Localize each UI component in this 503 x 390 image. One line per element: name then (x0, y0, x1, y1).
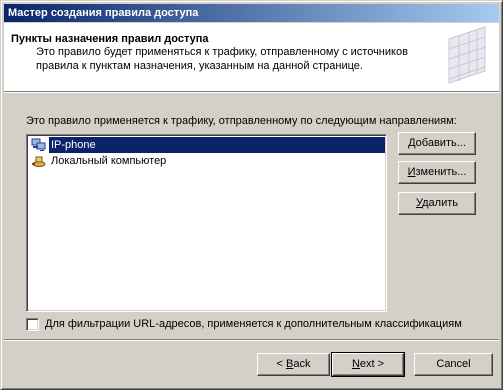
add-button[interactable]: Добавить... (398, 132, 476, 155)
wizard-header: Пункты назначения правил доступа Это пра… (4, 23, 499, 91)
header-divider (4, 91, 499, 93)
list-item-label: IP-phone (49, 137, 385, 153)
next-button[interactable]: Next > (331, 352, 405, 377)
network-icon (31, 138, 46, 151)
back-button[interactable]: < Back (257, 353, 330, 376)
url-filter-checkbox[interactable] (26, 318, 39, 331)
edit-button[interactable]: Изменить... (398, 161, 476, 184)
wizard-window: Мастер создания правила доступа Пункты н… (0, 0, 503, 390)
list-item[interactable]: Локальный компьютер (29, 153, 384, 169)
list-item[interactable]: IP-phone (29, 137, 385, 153)
cancel-button[interactable]: Cancel (414, 353, 493, 376)
remove-button[interactable]: Удалить (398, 192, 476, 215)
destinations-instruction: Это правило применяется к трафику, отпра… (26, 115, 457, 127)
window-title: Мастер создания правила доступа (8, 7, 199, 19)
title-bar[interactable]: Мастер создания правила доступа (4, 4, 499, 22)
footer-divider (4, 339, 499, 341)
list-item-label: Локальный компьютер (51, 155, 167, 167)
wizard-banner-icon (445, 25, 491, 85)
destinations-list[interactable]: IP-phone Локальный компьютер (26, 134, 387, 312)
url-filter-label: Для фильтрации URL-адресов, применяется … (45, 318, 462, 330)
page-description: Это правило будет применяться к трафику,… (36, 46, 408, 72)
local-computer-icon (32, 156, 46, 167)
page-title: Пункты назначения правил доступа (11, 33, 209, 45)
